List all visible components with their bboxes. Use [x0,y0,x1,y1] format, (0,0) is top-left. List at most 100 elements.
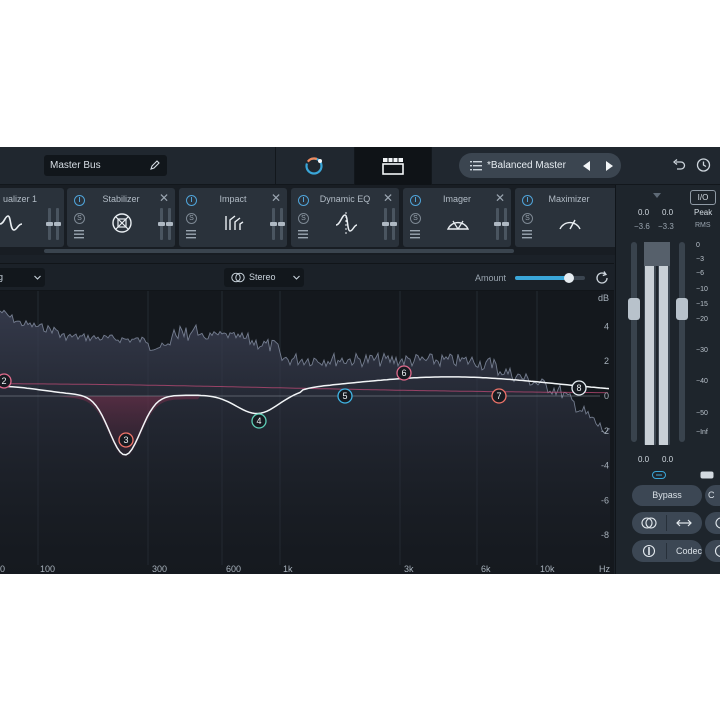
chevron-down-icon [293,275,300,280]
module-gain-fader[interactable] [494,208,501,240]
link-icon[interactable] [652,471,666,479]
ozone-logo-icon[interactable] [301,153,327,179]
module-gain-fader[interactable] [166,208,173,240]
menu-icon[interactable] [410,230,420,239]
input-peak-right: 0.0 [662,208,674,217]
menu-icon[interactable] [186,230,196,239]
chevron-down-icon [34,275,41,280]
stereo-mode-select[interactable]: Stereo [224,268,304,287]
solo-icon[interactable]: S [298,213,309,224]
eq-band-node-7[interactable]: 7 [491,388,507,404]
reference-icon[interactable] [641,516,657,530]
close-icon[interactable]: ✕ [495,192,505,204]
module-dynamic-eq[interactable]: S Dynamic EQ ✕ [291,188,399,247]
module-maximizer[interactable]: S Maximizer [515,188,623,247]
dither-icon[interactable] [641,544,657,558]
eq-band-node-8[interactable]: 8 [571,380,587,396]
next-preset-icon[interactable] [602,159,616,173]
io-button[interactable]: I/O [690,190,716,205]
solo-icon[interactable]: S [522,213,533,224]
secondary-button[interactable]: C [705,485,720,506]
previous-preset-icon[interactable] [580,159,594,173]
module-gain-fader[interactable] [54,208,61,240]
menu-icon[interactable] [74,230,84,239]
impact-icon [225,215,244,230]
close-icon[interactable]: ✕ [383,192,393,204]
frequency-label: Hz [599,564,610,574]
mode-select[interactable]: g [0,268,45,287]
list-icon [470,161,482,171]
meter-peak-hold [644,242,670,266]
menu-icon[interactable] [298,230,308,239]
frequency-label: 300 [152,564,167,574]
menu-icon[interactable] [522,230,532,239]
reset-icon[interactable] [594,270,610,286]
module-stabilizer[interactable]: S Stabilizer ✕ [67,188,175,247]
input-peak-left: 0.0 [638,208,650,217]
dither-icon[interactable] [713,544,720,558]
input-gain-thumb[interactable] [628,298,640,320]
preset-selector[interactable]: *Balanced Master [459,153,621,178]
module-gain-fader[interactable] [390,208,397,240]
meter-scale-label: −15 [696,301,708,308]
bus-name-field[interactable]: Master Bus [44,155,167,176]
rms-label: RMS [695,222,711,229]
link-icon[interactable] [700,471,714,479]
eq-band-node-5[interactable]: 5 [337,388,353,404]
swap-arrows-icon[interactable] [676,516,692,530]
eq-display[interactable]: 2 3 4 5 6 7 8 50 100 300 600 1k 3k 6k 10k Hz dB 4 2 0 -2 -4… [0,291,614,574]
peak-label: Peak [694,208,713,217]
solo-icon[interactable]: S [410,213,421,224]
pencil-icon[interactable] [149,159,161,171]
amount-slider[interactable] [515,273,585,283]
divider [666,515,667,531]
band-node-label: 2 [1,376,6,386]
module-equalizer[interactable]: ualizer 1 [0,188,64,247]
input-bottom-right: 0.0 [662,455,674,464]
io-panel: I/O 0.0 0.0 −3.6 −3.3 Peak RMS 0 −3 −6 −10 −… [615,185,720,574]
module-gain-fader[interactable] [46,208,53,240]
module-impact[interactable]: S Impact ✕ [179,188,287,247]
input-meter-left-level [645,265,654,445]
amount-slider-thumb[interactable] [563,273,574,283]
close-icon[interactable]: ✕ [159,192,169,204]
module-grid-icon [382,158,404,175]
solo-icon[interactable]: S [186,213,197,224]
eq-graph[interactable]: 2 3 4 5 6 7 8 50 100 300 600 1k 3k 6k 10k Hz dB 4 2 0 -2 -4… [0,291,614,574]
module-gain-fader[interactable] [278,208,285,240]
input-meter-right-level [659,265,668,445]
chevron-down-icon[interactable] [653,193,661,198]
output-gain-thumb[interactable] [676,298,688,320]
input-bottom-left: 0.0 [638,455,650,464]
frequency-label: 10k [540,564,555,574]
reference-icon[interactable] [713,516,720,530]
band-node-label: 6 [401,368,406,378]
history-icon[interactable] [695,157,711,173]
module-gain-fader[interactable] [158,208,165,240]
input-gain-fader[interactable] [631,242,637,442]
codec-controls-extra [705,540,720,562]
eq-band-node-6[interactable]: 6 [396,365,412,381]
eq-band-node-4[interactable]: 4 [251,413,267,429]
module-gain-fader[interactable] [502,208,509,240]
input-rms-right: −3.3 [658,222,674,231]
frequency-label: 6k [481,564,491,574]
module-gain-fader[interactable] [270,208,277,240]
db-label: -8 [601,530,609,540]
close-icon[interactable]: ✕ [271,192,281,204]
bypass-button[interactable]: Bypass [632,485,702,506]
module-scrollbar[interactable] [44,249,514,253]
undo-icon[interactable] [672,158,686,172]
eq-band-node-3[interactable]: 3 [118,432,134,448]
stabilizer-icon [112,213,132,233]
solo-icon[interactable]: S [74,213,85,224]
codec-button[interactable]: Codec [676,540,702,562]
maximizer-icon [559,219,581,230]
mode-value: g [0,272,4,282]
eq-band-node-2[interactable]: 2 [0,373,12,389]
module-imager[interactable]: S Imager ✕ [403,188,511,247]
frequency-label: 50 [0,564,5,574]
output-gain-fader[interactable] [679,242,685,442]
stereo-icon [231,272,245,283]
module-gain-fader[interactable] [382,208,389,240]
